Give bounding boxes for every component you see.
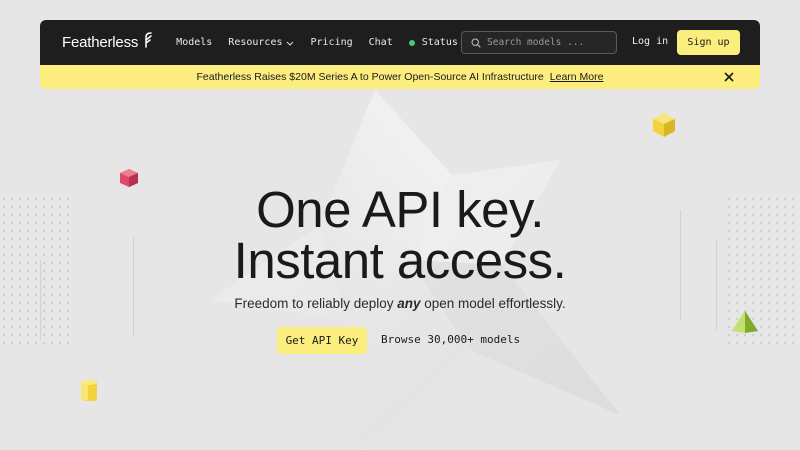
top-navigation-bar: Featherless Models Resources Pricing Cha… [40, 20, 760, 65]
nav-link-pricing[interactable]: Pricing [310, 37, 352, 48]
yellow-cylinder-decoration [81, 379, 97, 401]
close-icon[interactable] [722, 70, 736, 84]
green-pyramid-decoration [732, 311, 758, 333]
nav-links: Models Resources Pricing Chat Status [176, 37, 458, 48]
chevron-down-icon [287, 41, 294, 46]
announcement-banner: Featherless Raises $20M Series A to Powe… [40, 65, 760, 89]
hero-title-line-1: One API key. [256, 181, 544, 238]
nav-link-status[interactable]: Status [408, 37, 458, 48]
browse-models-link[interactable]: Browse 30,000+ models [381, 333, 520, 346]
login-link[interactable]: Log in [632, 36, 668, 47]
status-dot-icon [408, 39, 415, 46]
banner-learn-more-link[interactable]: Learn More [550, 71, 604, 83]
nav-link-chat[interactable]: Chat [369, 37, 393, 48]
nav-link-resources[interactable]: Resources [228, 37, 294, 48]
banner-text: Featherless Raises $20M Series A to Powe… [196, 71, 544, 83]
brand-logo[interactable]: Featherless [62, 31, 154, 51]
hero-title-line-2: Instant access. [233, 232, 567, 289]
hero-subtitle-emphasis: any [397, 296, 421, 311]
brand-name: Featherless [62, 34, 139, 51]
search-icon [471, 37, 481, 48]
hero-subtitle: Freedom to reliably deploy any open mode… [234, 296, 566, 311]
nav-link-models[interactable]: Models [176, 37, 212, 48]
get-api-key-button[interactable]: Get API Key [277, 327, 367, 354]
yellow-gem-decoration [653, 113, 675, 137]
search-input[interactable] [487, 37, 607, 48]
search-box[interactable] [461, 31, 617, 54]
featherless-logo-icon [145, 31, 152, 48]
signup-button[interactable]: Sign up [677, 30, 740, 55]
